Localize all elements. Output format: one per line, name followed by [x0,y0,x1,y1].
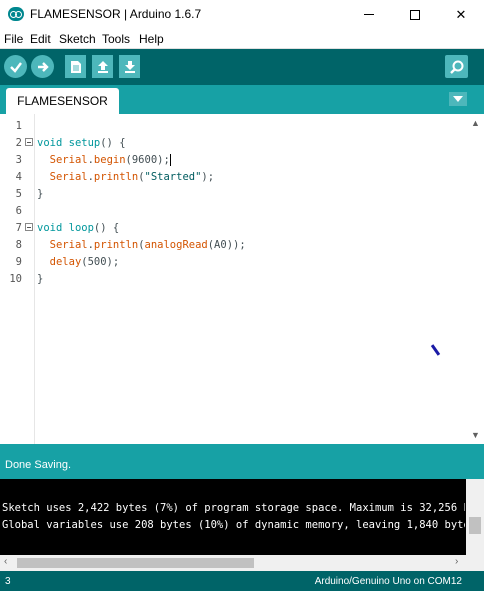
code-line: } [37,273,44,285]
code-line: delay(500); [37,256,120,268]
open-button[interactable] [92,55,113,78]
code-token: println [93,171,139,183]
scrollbar-thumb[interactable] [469,517,481,534]
status-message: Done Saving. [5,459,72,471]
status-bar: Done Saving. [0,444,484,479]
close-icon: ✕ [455,6,467,22]
fold-toggle-icon[interactable] [25,223,33,231]
scroll-up-icon[interactable]: ▲ [471,118,480,128]
save-button[interactable] [119,55,140,78]
editor-vertical-scrollbar[interactable]: ▲ ▼ [467,114,484,444]
close-button[interactable]: ✕ [438,0,484,29]
code-line: } [37,188,44,200]
scroll-left-icon[interactable]: ‹ [4,556,7,567]
code-token: analogRead [144,239,208,251]
minimize-icon [364,14,374,15]
scrollbar-thumb[interactable] [17,558,254,568]
code-token: () { [100,137,126,149]
code-token: loop [68,222,94,234]
title-bar: FLAMESENSOR | Arduino 1.6.7 ✕ [0,0,484,29]
scroll-right-icon[interactable]: › [455,556,458,567]
arduino-logo-icon [8,7,24,21]
console-output[interactable]: Sketch uses 2,422 bytes (7%) of program … [0,479,484,555]
minimize-button[interactable] [346,0,392,29]
console-line: Global variables use 208 bytes (10%) of … [2,519,465,531]
maximize-button[interactable] [392,0,438,29]
line-number: 9 [15,256,22,268]
menu-file[interactable]: File [4,32,23,46]
console-vertical-scrollbar[interactable] [466,479,484,555]
upload-arrow-icon [37,61,49,72]
code-token: (500); [81,256,120,268]
code-token: void [37,137,63,149]
footer-bar: 3 Arduino/Genuino Uno on COM12 [0,571,484,591]
open-up-arrow-icon [97,60,108,73]
line-number: 2 [15,137,22,149]
fold-toggle-icon[interactable] [25,138,33,146]
code-token: ); [201,171,215,183]
line-number: 7 [15,222,22,234]
menu-edit[interactable]: Edit [30,32,51,46]
line-number: 3 [15,154,22,166]
serial-monitor-button[interactable] [445,55,468,78]
code-token: "Started" [144,171,202,183]
line-number: 10 [9,273,22,285]
serial-monitor-magnifier-icon [449,60,463,74]
verify-button[interactable] [4,55,27,78]
code-line: Serial.begin(9600); [37,154,171,166]
code-editor[interactable]: 1 2 3 4 5 6 7 8 9 10 void setup() { Seri… [0,114,484,444]
menu-help[interactable]: Help [139,32,164,46]
upload-button[interactable] [31,55,54,78]
mouse-cursor [430,344,441,356]
code-line: Serial.println(analogRead(A0)); [37,239,246,251]
console-horizontal-scrollbar[interactable]: ‹ › [0,555,484,571]
tab-flamesensor[interactable]: FLAMESENSOR [6,88,119,114]
line-number: 4 [15,171,22,183]
menu-sketch[interactable]: Sketch [59,32,96,46]
line-number: 5 [15,188,22,200]
code-token: begin [93,154,126,166]
code-line: void loop() { [37,222,119,234]
code-token: 9600 [131,154,158,166]
code-token: delay [49,256,82,268]
text-cursor [169,154,171,166]
tab-bar: FLAMESENSOR [0,85,484,114]
line-number: 1 [15,120,22,132]
code-token: setup [68,137,101,149]
line-number-gutter: 1 2 3 4 5 6 7 8 9 10 [0,114,35,444]
code-line: void setup() { [37,137,126,149]
menu-tools[interactable]: Tools [102,32,130,46]
code-token: println [93,239,139,251]
code-token: Serial [49,154,88,166]
code-token: ); [233,239,246,251]
board-port-info: Arduino/Genuino Uno on COM12 [314,576,462,587]
console-line: Sketch uses 2,422 bytes (7%) of program … [2,502,465,514]
code-token: ); [157,154,170,166]
chevron-down-icon [453,96,463,102]
code-token: void [37,222,63,234]
code-token: (A0) [207,239,234,251]
code-token: Serial [49,239,88,251]
line-number: 8 [15,239,22,251]
scroll-down-icon[interactable]: ▼ [471,430,480,440]
line-number: 6 [15,205,22,217]
menu-bar: File Edit Sketch Tools Help [0,29,484,49]
code-line: Serial.println("Started"); [37,171,214,183]
new-button[interactable] [65,55,86,78]
code-token: () { [93,222,120,234]
tab-menu-button[interactable] [449,92,467,106]
current-line-number: 3 [5,576,11,587]
verify-check-icon [9,61,22,73]
toolbar [0,49,484,85]
maximize-icon [410,9,420,20]
code-token: Serial [49,171,88,183]
window-title: FLAMESENSOR | Arduino 1.6.7 [30,7,202,21]
new-file-icon [70,60,81,73]
save-down-arrow-icon [124,60,135,73]
